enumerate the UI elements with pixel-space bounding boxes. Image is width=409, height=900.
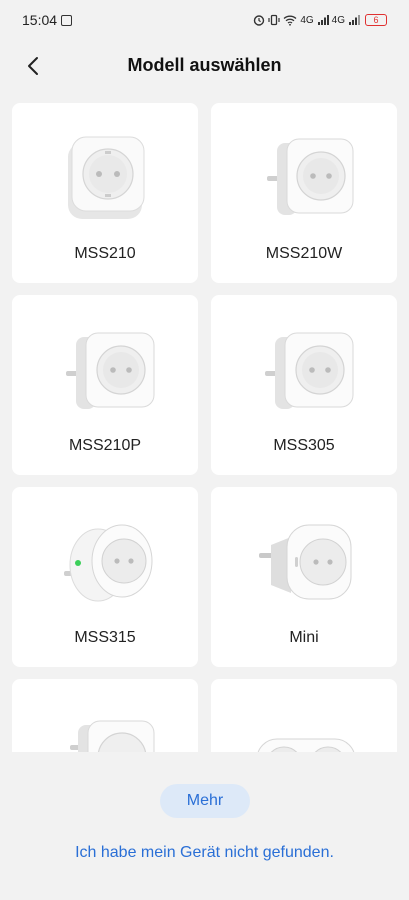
device-not-found-link[interactable]: Ich habe mein Gerät nicht gefunden. <box>0 844 409 862</box>
model-grid-viewport[interactable]: MSS210 MSS210W MSS210P MSS305 MSS315 Min… <box>0 100 409 752</box>
model-label: MSS210P <box>68 437 142 454</box>
smart-plug-round-led-image <box>64 524 153 602</box>
smart-plug-side-image <box>70 720 155 752</box>
signal-icon <box>317 15 329 25</box>
network-type-label-2: 4G <box>331 14 345 26</box>
model-card-mss305[interactable]: MSS305 <box>211 295 397 475</box>
model-grid: MSS210 MSS210W MSS210P MSS305 MSS315 Min… <box>12 103 397 752</box>
back-button[interactable] <box>18 50 50 82</box>
status-bar: 15:04 4G 4G 6 <box>0 0 409 40</box>
smart-plug-double-image <box>257 738 355 752</box>
smart-plug-mini-image <box>259 524 352 600</box>
model-card-mss210[interactable]: MSS210 <box>12 103 198 283</box>
signal-icon-2 <box>349 15 360 25</box>
chevron-left-icon <box>28 57 38 75</box>
smart-plug-side-image <box>265 332 354 409</box>
model-card-8[interactable] <box>211 679 397 752</box>
page-title: Modell auswählen <box>127 54 282 75</box>
model-card-mini[interactable]: Mini <box>211 487 397 667</box>
model-card-mss210p[interactable]: MSS210P <box>12 295 198 475</box>
model-card-mss210w[interactable]: MSS210W <box>211 103 397 283</box>
model-card-7[interactable] <box>12 679 198 752</box>
notification-icon <box>61 14 73 26</box>
model-card-mss315[interactable]: MSS315 <box>12 487 198 667</box>
header: Modell auswählen <box>0 40 409 90</box>
model-label: MSS315 <box>74 629 136 646</box>
alarm-icon <box>254 15 265 26</box>
smart-plug-square-image <box>68 136 145 219</box>
vibrate-icon <box>268 14 280 26</box>
more-button[interactable]: Mehr <box>160 784 250 818</box>
wifi-icon <box>283 15 297 26</box>
network-type-label: 4G <box>300 14 314 26</box>
model-label: MSS210 <box>74 245 136 262</box>
model-label: MSS305 <box>273 437 335 454</box>
battery-icon: 6 <box>365 14 387 26</box>
model-label: MSS210W <box>265 245 343 262</box>
status-time: 15:04 <box>22 12 58 28</box>
smart-plug-side-image <box>267 138 354 215</box>
model-label: Mini <box>289 629 319 646</box>
smart-plug-side-image <box>66 332 155 409</box>
